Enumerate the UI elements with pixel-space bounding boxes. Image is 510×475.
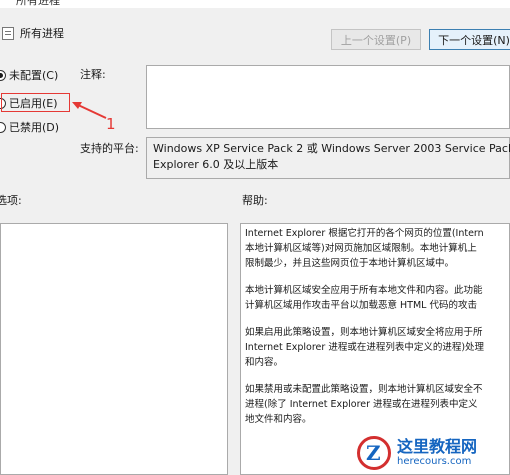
help-paragraph: 本地计算机区域安全应用于所有本地文件和内容。此功能 计算机区域用作攻击平台以加载…: [245, 283, 505, 313]
platform-line: Windows XP Service Pack 2 或 Windows Serv…: [153, 142, 510, 155]
options-label: 选项:: [0, 194, 22, 207]
radio-not-configured[interactable]: 未配置(C): [0, 66, 58, 84]
help-line: 和内容。: [245, 357, 284, 368]
annotation-arrow-icon: [72, 102, 107, 119]
help-paragraph: 如果启用此策略设置，则本地计算机区域安全将应用于所 Internet Explo…: [245, 325, 505, 370]
help-line: 限制最少，并且这些网页位于本地计算机区域中。: [245, 258, 455, 269]
window-title: 所有进程: [16, 0, 60, 7]
policy-name: 所有进程: [20, 27, 64, 40]
site-logo-icon: [357, 436, 391, 470]
comment-textarea[interactable]: [146, 65, 510, 129]
policy-header: 所有进程: [0, 24, 64, 42]
help-line: 计算机区域用作攻击平台以加载恶意 HTML 代码的攻击: [245, 300, 477, 311]
platform-field: Windows XP Service Pack 2 或 Windows Serv…: [146, 137, 510, 179]
policy-setting-icon: [2, 26, 14, 40]
radio-disabled[interactable]: 已禁用(D): [0, 118, 59, 136]
options-pane: [0, 223, 228, 475]
help-line: 如果启用此策略设置，则本地计算机区域安全将应用于所: [245, 327, 483, 338]
platform-line: Explorer 6.0 及以上版本: [153, 158, 279, 171]
help-line: 进程(除了 Internet Explorer 进程或在进程列表中定义: [245, 399, 478, 410]
comment-label: 注释:: [80, 68, 106, 81]
help-line: 本地计算机区域等)对网页施加区域限制。本地计算机上: [245, 243, 477, 254]
help-label: 帮助:: [242, 194, 268, 207]
help-line: Internet Explorer 进程或在进程列表中定义的进程)处理: [245, 342, 485, 353]
help-line: 地文件和内容。: [245, 414, 312, 425]
radio-label: 未配置(C): [9, 69, 59, 82]
help-line: 如果禁用或未配置此策略设置，则本地计算机区域安全不: [245, 384, 483, 395]
radio-button[interactable]: [0, 69, 6, 81]
help-paragraph: 如果禁用或未配置此策略设置，则本地计算机区域安全不 进程(除了 Internet…: [245, 382, 505, 427]
next-setting-button[interactable]: 下一个设置(N): [429, 29, 510, 50]
annotation-number: 1: [106, 115, 116, 133]
title-bar: 所有进程: [0, 0, 510, 8]
annotation-highlight-box: [1, 93, 70, 112]
platform-label: 支持的平台:: [80, 142, 139, 155]
watermark-url: herecours.com: [397, 456, 472, 467]
help-paragraph: Internet Explorer 根据它打开的各个网页的位置(Intern 本…: [245, 226, 505, 271]
watermark-site-name: 这里教程网: [397, 437, 478, 456]
site-watermark: 这里教程网 herecours.com: [357, 432, 507, 474]
previous-setting-button[interactable]: 上一个设置(P): [331, 29, 421, 50]
radio-label: 已禁用(D): [9, 121, 60, 134]
radio-button[interactable]: [0, 121, 6, 133]
help-line: Internet Explorer 根据它打开的各个网页的位置(Intern: [245, 228, 484, 239]
help-line: 本地计算机区域安全应用于所有本地文件和内容。此功能: [245, 285, 483, 296]
